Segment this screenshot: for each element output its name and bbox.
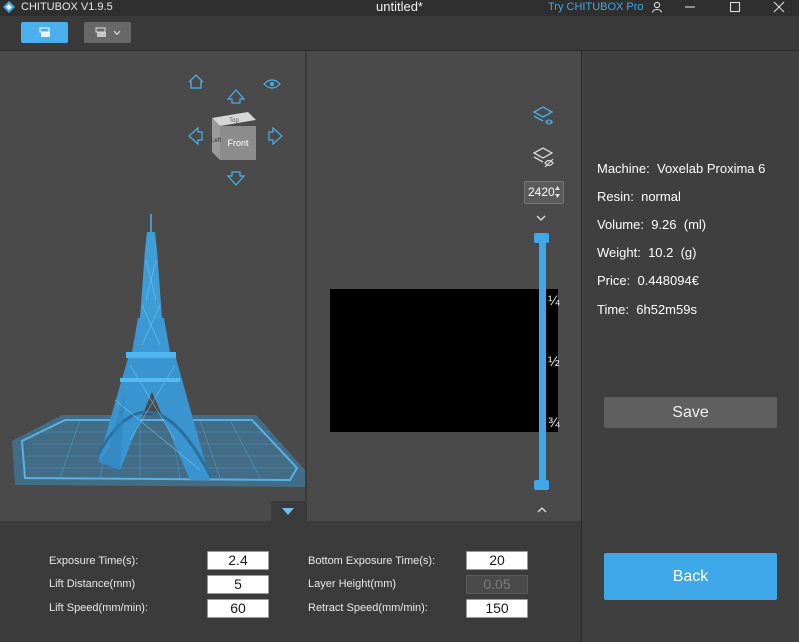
lift-speed-field[interactable]: 60	[207, 599, 269, 618]
resin-row: Resin: normal	[597, 189, 681, 204]
price-row: Price: 0.448094€	[597, 273, 699, 288]
slice-image	[330, 289, 558, 432]
volume-value: 9.26 (ml)	[651, 217, 707, 232]
volume-label: Volume:	[597, 217, 644, 232]
layer-preview-panel: 2420 ¼ ½ ¾	[307, 51, 581, 521]
lift-distance-field[interactable]: 5	[207, 575, 269, 594]
layer-height-label: Layer Height(mm)	[308, 578, 397, 590]
price-value: 0.448094€	[637, 273, 699, 288]
spin-arrows-icon[interactable]	[554, 184, 561, 200]
model-scene: Front Top Left	[12, 74, 305, 487]
print-info-panel: Machine: Voxelab Proxima 6 Resin: normal…	[582, 51, 799, 642]
eye-icon[interactable]	[263, 79, 281, 89]
weight-value: 10.2 (g)	[648, 245, 697, 260]
view-cube[interactable]: Front Top Left	[211, 112, 256, 160]
retract-speed-label: Retract Speed(mm/min):	[308, 602, 428, 614]
arrow-down-icon[interactable]	[226, 171, 246, 186]
price-label: Price:	[597, 273, 631, 288]
layer-spinbox[interactable]: 2420	[524, 181, 564, 204]
exposure-time-field[interactable]: 2.4	[207, 551, 269, 570]
layer-slider-top-handle[interactable]	[534, 233, 549, 243]
home-view-icon[interactable]	[188, 74, 204, 89]
print-params-panel: Exposure Time(s): 2.4 Lift Distance(mm) …	[0, 521, 581, 642]
time-row: Time: 6h52m59s	[597, 302, 697, 317]
minimize-icon[interactable]	[680, 0, 700, 14]
maximize-icon[interactable]	[725, 0, 745, 14]
3d-viewport[interactable]: Front Top Left	[0, 51, 305, 521]
user-icon[interactable]	[647, 0, 667, 14]
retract-speed-field[interactable]: 150	[466, 599, 528, 618]
slider-mark-quarter: ¼	[548, 292, 560, 308]
layer-number: 2420	[528, 185, 555, 199]
layer-height-field: 0.05	[466, 575, 528, 594]
slider-mark-half: ½	[548, 353, 560, 369]
layer-down-chevron-icon[interactable]	[535, 209, 547, 227]
back-button[interactable]: Back	[604, 553, 777, 600]
arrow-up-icon[interactable]	[226, 89, 246, 104]
volume-row: Volume: 9.26 (ml)	[597, 217, 706, 232]
slider-mark-three-quarter: ¾	[548, 414, 560, 430]
time-label: Time:	[597, 302, 630, 317]
layer-slider-bottom-handle[interactable]	[534, 480, 549, 490]
chevron-down-icon	[113, 30, 121, 35]
lift-distance-label: Lift Distance(mm)	[49, 578, 136, 590]
save-button[interactable]: Save	[604, 397, 777, 428]
try-pro-link[interactable]: Try CHITUBOX Pro	[548, 0, 644, 14]
exposure-time-label: Exposure Time(s):	[49, 555, 139, 567]
hide-layer-icon[interactable]	[531, 145, 555, 174]
layer-up-chevron-icon[interactable]	[536, 501, 548, 519]
machine-row: Machine: Voxelab Proxima 6	[597, 161, 765, 176]
bottom-exposure-label: Bottom Exposure Time(s):	[308, 555, 436, 567]
close-icon[interactable]	[769, 0, 789, 14]
resin-label: Resin:	[597, 189, 634, 204]
collapse-panel-tab[interactable]	[271, 501, 305, 521]
view-cube-front-label: Front	[227, 138, 249, 148]
show-layer-icon[interactable]	[531, 104, 555, 133]
layers-icon	[39, 27, 50, 37]
weight-row: Weight: 10.2 (g)	[597, 245, 697, 260]
view-mode-dropdown[interactable]	[84, 22, 131, 43]
slice-view-button[interactable]	[21, 22, 68, 43]
layer-slider-track[interactable]	[539, 234, 546, 484]
arrow-left-icon[interactable]	[188, 126, 203, 146]
bottom-exposure-field[interactable]: 20	[466, 551, 528, 570]
build-plate	[12, 415, 305, 487]
view-cube-top-label: Top	[229, 118, 239, 124]
triangle-down-icon	[282, 508, 294, 515]
lift-speed-label: Lift Speed(mm/min):	[49, 602, 149, 614]
resin-value: normal	[641, 189, 681, 204]
machine-label: Machine:	[597, 161, 650, 176]
weight-label: Weight:	[597, 245, 641, 260]
machine-value: Voxelab Proxima 6	[656, 161, 766, 176]
arrow-right-icon[interactable]	[268, 126, 283, 146]
time-value: 6h52m59s	[636, 302, 697, 317]
view-cube-left-label: Left	[211, 138, 221, 144]
layers-icon	[95, 27, 106, 37]
